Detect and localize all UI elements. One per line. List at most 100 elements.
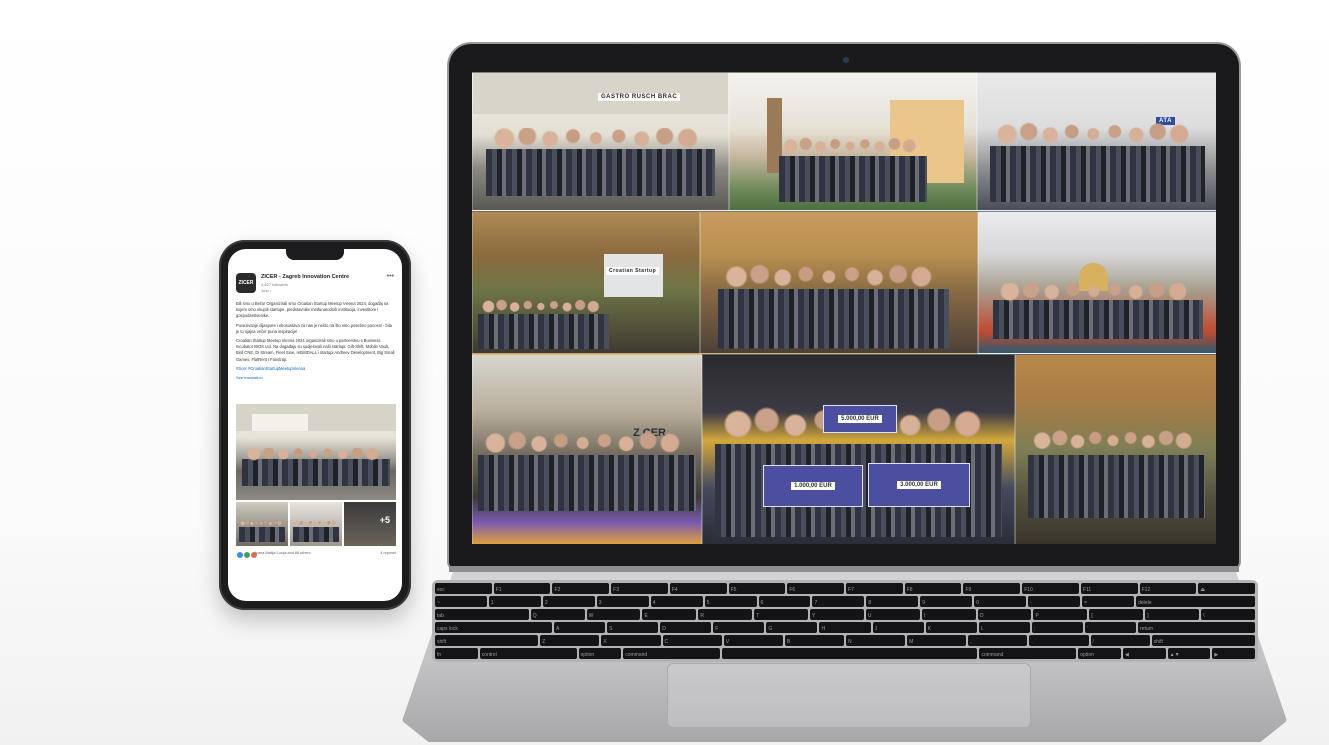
key[interactable]: ~ [435, 596, 487, 607]
key[interactable]: F5 [728, 583, 786, 594]
key[interactable]: F11 [1080, 583, 1138, 594]
key[interactable]: S [607, 622, 659, 633]
key[interactable]: U [865, 609, 920, 620]
key[interactable]: F10 [1022, 583, 1079, 594]
key[interactable]: 9 [920, 596, 973, 607]
trackpad[interactable] [667, 663, 1031, 728]
key[interactable]: W [586, 609, 641, 620]
key[interactable]: G [766, 622, 818, 633]
key[interactable]: 3 [596, 596, 649, 607]
key[interactable]: T [754, 609, 809, 620]
org-name[interactable]: ZICER - Zagreb Innovation Centre [261, 274, 349, 280]
key[interactable]: ⏏ [1198, 583, 1256, 594]
key[interactable]: return [1138, 622, 1256, 633]
collage-photo[interactable] [1015, 354, 1216, 544]
key[interactable]: ; [1031, 622, 1083, 633]
post-photo-thumb[interactable] [236, 502, 288, 546]
key[interactable]: 4 [650, 596, 703, 607]
key[interactable]: R [698, 609, 753, 620]
key[interactable]: tab [435, 609, 529, 620]
key[interactable]: F3 [611, 583, 668, 594]
key[interactable]: F4 [669, 583, 727, 594]
key[interactable]: 1 [488, 596, 541, 607]
key[interactable]: 7 [812, 596, 865, 607]
key[interactable]: Y [810, 609, 864, 620]
key[interactable]: ▶ [1212, 648, 1256, 659]
key[interactable]: L [978, 622, 1030, 633]
key[interactable]: H [819, 622, 871, 633]
reposts-count[interactable]: 4 reposts [380, 551, 396, 555]
key[interactable]: X [601, 635, 661, 646]
key[interactable]: . [1029, 635, 1089, 646]
key[interactable]: ▲▼ [1167, 648, 1211, 659]
collage-photo[interactable]: GASTRO RUSCH BRAC [472, 72, 729, 211]
reaction-names[interactable]: Ivana Matija Lucija and 88 others [255, 551, 311, 555]
key[interactable]: N [845, 635, 906, 646]
key[interactable]: shift [435, 635, 539, 646]
reaction-icons[interactable] [236, 551, 258, 559]
collage-photo[interactable]: 5.000,00 EUR 1.000,00 EUR 3.000,00 EUR [702, 354, 1015, 544]
key[interactable]: / [1090, 635, 1150, 646]
key[interactable]: 0 [974, 596, 1027, 607]
more-options-icon[interactable]: ••• [387, 273, 394, 280]
key[interactable]: \ [1201, 609, 1255, 620]
key[interactable]: fn [435, 648, 478, 659]
collage-photo[interactable] [978, 211, 1216, 354]
key[interactable]: F [713, 622, 765, 633]
key[interactable]: O [977, 609, 1032, 620]
post-photo-main[interactable] [236, 404, 396, 500]
post-hashtags[interactable]: #zicer #CroatianStartupMeetupVienna [236, 366, 396, 372]
key[interactable]: option [1078, 648, 1121, 659]
key[interactable]: 5 [704, 596, 757, 607]
key[interactable]: 2 [542, 596, 595, 607]
key[interactable]: Z [540, 635, 600, 646]
post-photo-thumb[interactable]: +5 [344, 502, 396, 546]
key[interactable]: command [623, 648, 721, 659]
key[interactable]: F2 [552, 583, 610, 594]
key[interactable]: C [662, 635, 722, 646]
key[interactable]: ] [1145, 609, 1200, 620]
key[interactable]: control [479, 648, 577, 659]
key[interactable]: E [642, 609, 697, 620]
key[interactable]: caps lock [435, 622, 553, 633]
key[interactable]: A [554, 622, 606, 633]
key[interactable]: option [578, 648, 622, 659]
collage-photo[interactable]: Croatian Startup [472, 211, 700, 354]
key[interactable]: F9 [963, 583, 1021, 594]
key[interactable]: M [907, 635, 967, 646]
key[interactable]: F8 [904, 583, 962, 594]
key[interactable]: = [1082, 596, 1134, 607]
key[interactable]: K [925, 622, 977, 633]
collage-photo[interactable] [729, 72, 977, 211]
post-text: Bili smo u Beču! Organizirali smo Croati… [236, 301, 396, 384]
org-logo[interactable]: ZICER [236, 273, 256, 293]
key[interactable]: B [784, 635, 844, 646]
key-space[interactable] [722, 648, 978, 659]
key[interactable]: F1 [493, 583, 551, 594]
key[interactable]: ◀ [1122, 648, 1166, 659]
key[interactable]: V [723, 635, 783, 646]
key[interactable]: shift [1151, 635, 1255, 646]
collage-photo[interactable]: Z CER [472, 354, 702, 544]
collage-photo[interactable]: ATA [977, 72, 1216, 211]
see-translation-link[interactable]: See translation [236, 375, 396, 381]
key[interactable]: F6 [787, 583, 845, 594]
key[interactable]: 8 [866, 596, 919, 607]
key[interactable]: command [979, 648, 1077, 659]
key[interactable]: ' [1084, 622, 1137, 633]
key[interactable]: I [921, 609, 976, 620]
key[interactable]: - [1028, 596, 1081, 607]
collage-photo[interactable] [700, 211, 978, 354]
key[interactable]: , [968, 635, 1028, 646]
key[interactable]: Q [530, 609, 585, 620]
key[interactable]: F12 [1139, 583, 1197, 594]
key[interactable]: J [872, 622, 924, 633]
key[interactable]: P [1033, 609, 1088, 620]
key[interactable]: F7 [846, 583, 903, 594]
post-photo-thumb[interactable] [290, 502, 342, 546]
key[interactable]: esc [435, 583, 492, 594]
key[interactable]: D [660, 622, 712, 633]
key[interactable]: [ [1089, 609, 1144, 620]
key[interactable]: delete [1135, 596, 1255, 607]
key[interactable]: 6 [758, 596, 811, 607]
